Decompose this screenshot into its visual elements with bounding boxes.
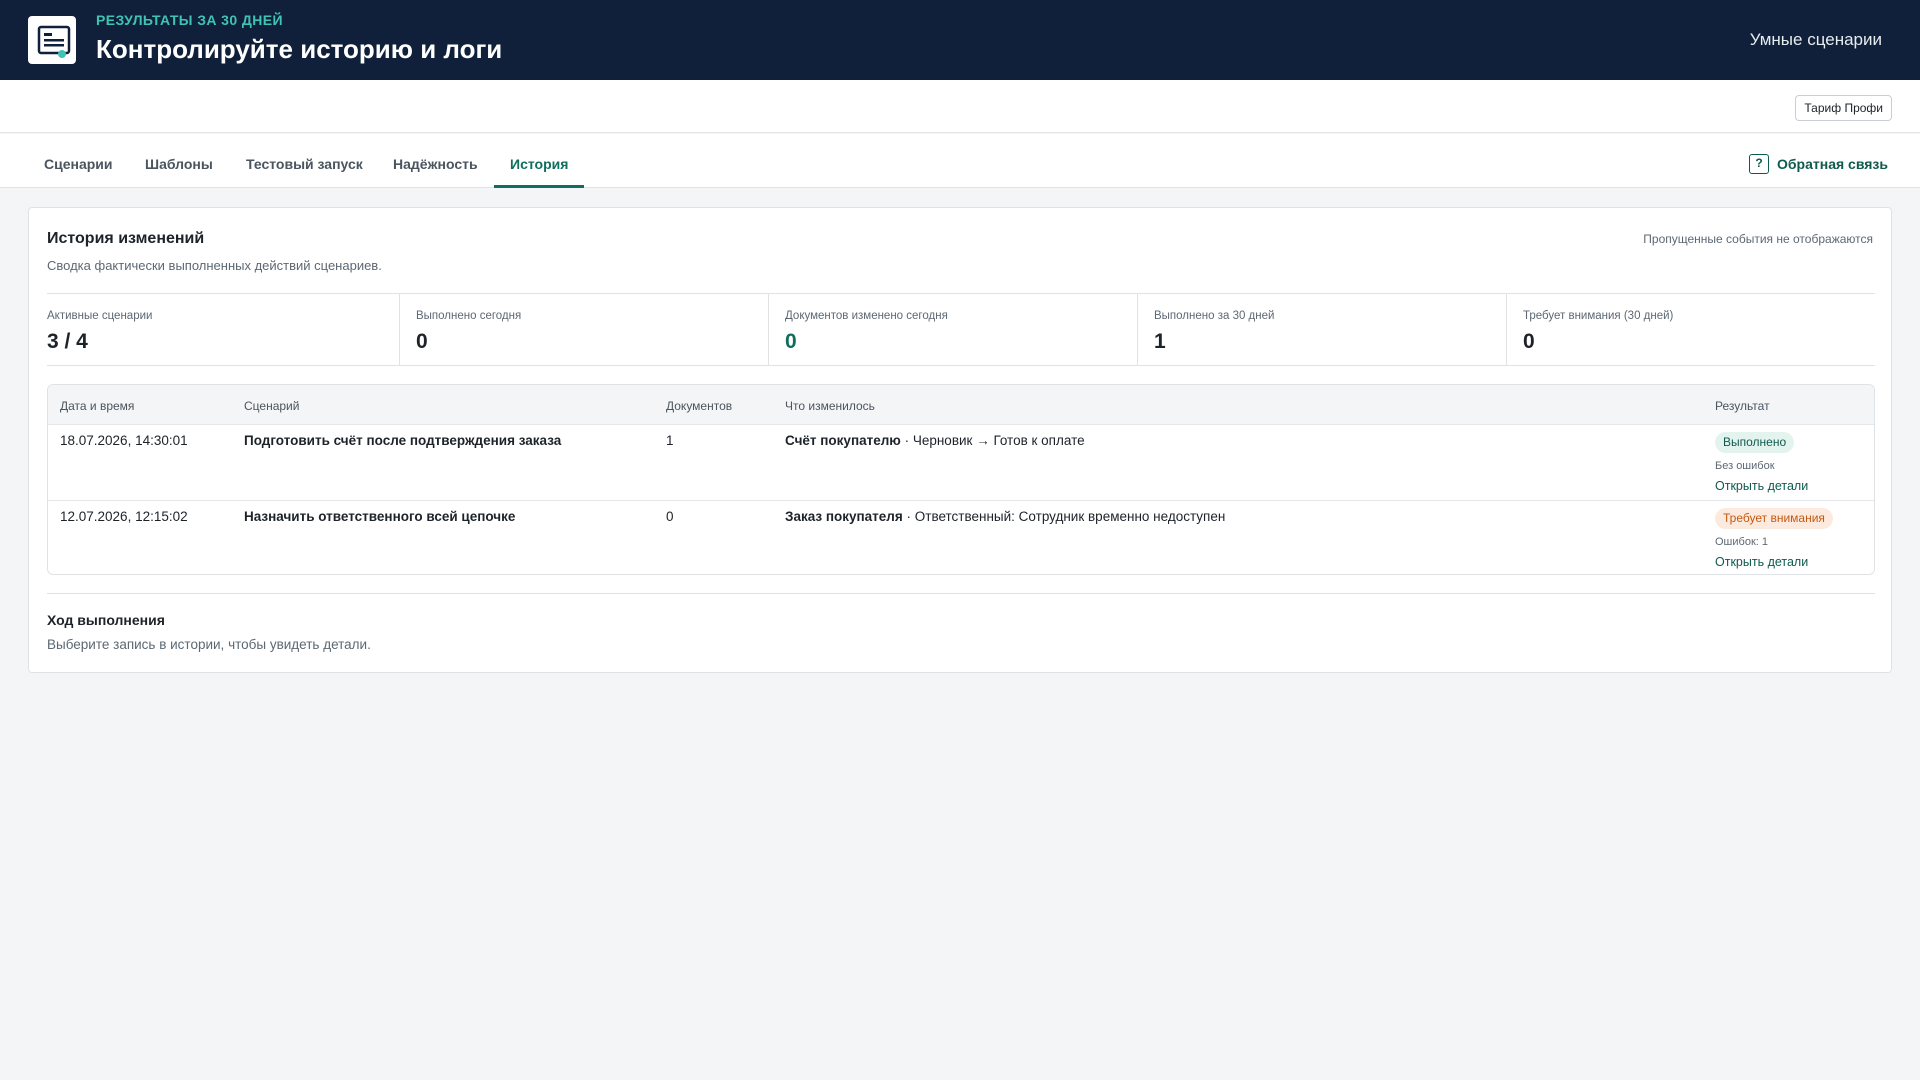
stat-active-scenarios: Активные сценарии 3 / 4: [47, 294, 399, 365]
stat-label: Выполнено за 30 дней: [1154, 310, 1275, 322]
stat-value: 3 / 4: [47, 330, 88, 353]
progress-subtitle: Выберите запись в истории, чтобы увидеть…: [47, 637, 371, 652]
stat-done-30-days: Выполнено за 30 дней 1: [1137, 294, 1506, 365]
document-logo-icon: [28, 16, 76, 64]
tariff-strip: Тариф Профи: [0, 80, 1920, 133]
column-header-datetime: Дата и время: [60, 399, 135, 413]
table-row[interactable]: 12.07.2026, 12:15:02 Назначить ответстве…: [48, 500, 1874, 574]
table-row[interactable]: 18.07.2026, 14:30:01 Подготовить счёт по…: [48, 424, 1874, 500]
row-datetime: 18.07.2026, 14:30:01: [60, 433, 188, 448]
open-details-link[interactable]: Открыть детали: [1715, 479, 1808, 493]
tab-bar: Сценарии Шаблоны Тестовый запуск Надёжно…: [0, 134, 1920, 188]
stat-needs-attention: Требует внимания (30 дней) 0: [1506, 294, 1875, 365]
smart-scenarios-link[interactable]: Умные сценарии: [1750, 30, 1882, 50]
change-document: Счёт покупателю: [785, 433, 901, 448]
progress-title: Ход выполнения: [47, 612, 165, 628]
app-header: РЕЗУЛЬТАТЫ ЗА 30 ДНЕЙ Контролируйте исто…: [0, 0, 1920, 80]
change-description: · Ответственный: Сотрудник временно недо…: [902, 509, 1226, 524]
row-change: Заказ покупателя · Ответственный: Сотруд…: [785, 509, 1225, 524]
column-header-changes: Что изменилось: [785, 399, 875, 413]
column-header-documents: Документов: [666, 399, 733, 413]
stat-done-today: Выполнено сегодня 0: [399, 294, 768, 365]
feedback-button[interactable]: ? Обратная связь: [1749, 154, 1888, 174]
status-badge: Выполнено: [1715, 432, 1795, 453]
history-subtitle: Сводка фактически выполненных действий с…: [47, 258, 382, 273]
section-divider: [47, 593, 1875, 594]
row-scenario: Назначить ответственного всей цепочке: [244, 509, 516, 524]
stat-label: Активные сценарии: [47, 310, 153, 322]
stat-docs-changed-today: Документов изменено сегодня 0: [768, 294, 1137, 365]
tab-history[interactable]: История: [494, 134, 585, 188]
tab-reliability[interactable]: Надёжность: [377, 134, 494, 188]
row-documents: 1: [666, 433, 674, 448]
header-kicker: РЕЗУЛЬТАТЫ ЗА 30 ДНЕЙ: [96, 12, 283, 28]
history-title: История изменений: [47, 230, 205, 247]
open-details-link[interactable]: Открыть детали: [1715, 555, 1808, 569]
skipped-events-note: Пропущенные события не отображаются: [1643, 232, 1873, 246]
table-header: Дата и время Сценарий Документов Что изм…: [48, 385, 1874, 425]
column-header-scenario: Сценарий: [244, 399, 300, 413]
tab-test-run[interactable]: Тестовый запуск: [230, 134, 379, 188]
status-badge: Требует внимания: [1715, 508, 1833, 529]
row-datetime: 12.07.2026, 12:15:02: [60, 509, 188, 524]
change-document: Заказ покупателя: [785, 509, 903, 524]
row-change: Счёт покупателю · Черновик → Готов к опл…: [785, 433, 1085, 448]
page-title: Контролируйте историю и логи: [96, 34, 503, 64]
stat-label: Документов изменено сегодня: [785, 310, 948, 322]
feedback-label: Обратная связь: [1777, 156, 1888, 172]
stat-value: 0: [416, 330, 428, 353]
tariff-button[interactable]: Тариф Профи: [1795, 95, 1892, 121]
result-note: Ошибок: 1: [1715, 536, 1768, 548]
stat-value: 0: [1523, 330, 1535, 353]
result-note: Без ошибок: [1715, 460, 1775, 472]
stat-value: 0: [785, 330, 797, 353]
tab-templates[interactable]: Шаблоны: [129, 134, 229, 188]
stats-row: Активные сценарии 3 / 4 Выполнено сегодн…: [47, 293, 1875, 366]
question-icon: ?: [1749, 154, 1770, 174]
stat-value: 1: [1154, 330, 1166, 353]
column-header-result: Результат: [1715, 399, 1770, 413]
history-card: История изменений Сводка фактически выпо…: [28, 207, 1892, 673]
tab-scenarios[interactable]: Сценарии: [28, 134, 129, 188]
history-table: Дата и время Сценарий Документов Что изм…: [47, 384, 1875, 575]
change-description: · Черновик → Готов к оплате: [900, 433, 1085, 448]
stat-label: Выполнено сегодня: [416, 310, 522, 322]
stat-label: Требует внимания (30 дней): [1523, 310, 1674, 322]
row-scenario: Подготовить счёт после подтверждения зак…: [244, 433, 562, 448]
row-documents: 0: [666, 509, 674, 524]
